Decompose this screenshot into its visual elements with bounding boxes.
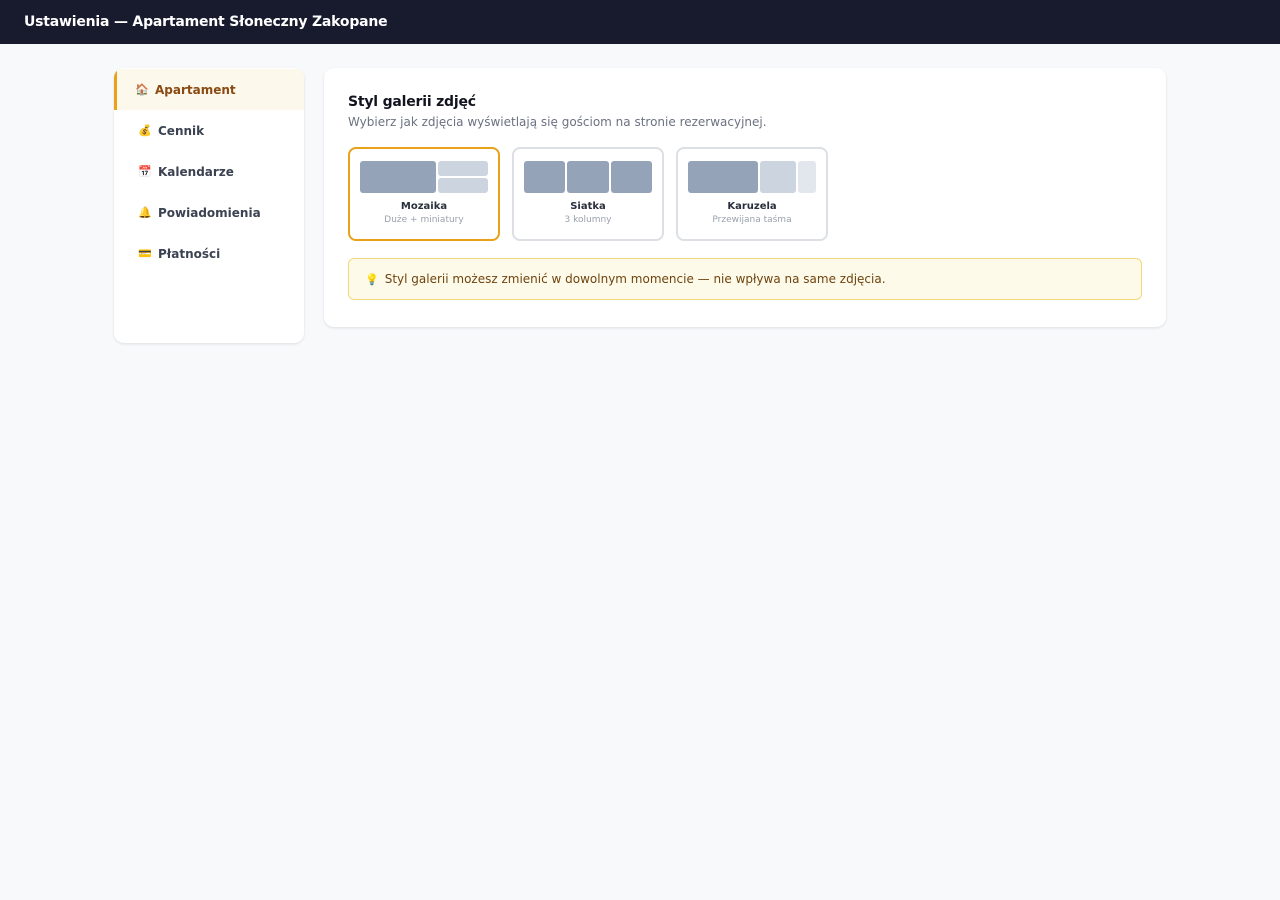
option-label: Mozaika bbox=[400, 201, 448, 212]
gallery-option-siatka[interactable]: Siatka 3 kolumny bbox=[512, 147, 664, 241]
settings-sidebar: 🏠 Apartament 💰 Cennik 📅 Kalendarze 🔔 Pow… bbox=[114, 68, 304, 343]
option-label: Siatka bbox=[570, 201, 606, 212]
mosaic-preview-icon bbox=[360, 161, 488, 193]
sidebar-item-label: Powiadomienia bbox=[158, 205, 261, 220]
top-bar: Ustawienia — Apartament Słoneczny Zakopa… bbox=[0, 0, 1280, 44]
page-title: Ustawienia — Apartament Słoneczny Zakopa… bbox=[24, 14, 388, 30]
option-label: Karuzela bbox=[727, 201, 777, 212]
sidebar-item-platnosci[interactable]: 💳 Płatności bbox=[114, 233, 304, 274]
bell-icon: 🔔 bbox=[138, 206, 152, 219]
info-hint: 💡 Styl galerii możesz zmienić w dowolnym… bbox=[348, 258, 1142, 300]
option-description: Przewijana taśma bbox=[712, 215, 792, 225]
carousel-preview-icon bbox=[688, 161, 816, 193]
gallery-style-panel: Styl galerii zdjęć Wybierz jak zdjęcia w… bbox=[324, 68, 1166, 327]
option-description: Duże + miniatury bbox=[384, 215, 464, 225]
money-bag-icon: 💰 bbox=[138, 124, 152, 137]
house-icon: 🏠 bbox=[135, 83, 149, 96]
sidebar-item-label: Kalendarze bbox=[158, 164, 234, 179]
gallery-style-options: Mozaika Duże + miniatury Siatka 3 kolumn… bbox=[348, 147, 1142, 241]
sidebar-item-powiadomienia[interactable]: 🔔 Powiadomienia bbox=[114, 192, 304, 233]
settings-layout: 🏠 Apartament 💰 Cennik 📅 Kalendarze 🔔 Pow… bbox=[0, 44, 1280, 900]
sidebar-item-kalendarze[interactable]: 📅 Kalendarze bbox=[114, 151, 304, 192]
sidebar-item-cennik[interactable]: 💰 Cennik bbox=[114, 110, 304, 151]
gallery-option-karuzela[interactable]: Karuzela Przewijana taśma bbox=[676, 147, 828, 241]
sidebar-item-label: Apartament bbox=[155, 82, 236, 97]
sidebar-item-label: Płatności bbox=[158, 246, 221, 261]
section-title: Styl galerii zdjęć bbox=[348, 94, 476, 110]
sidebar-item-label: Cennik bbox=[158, 123, 205, 138]
grid-preview-icon bbox=[524, 161, 652, 193]
gallery-option-mozaika[interactable]: Mozaika Duże + miniatury bbox=[348, 147, 500, 241]
option-description: 3 kolumny bbox=[564, 215, 612, 225]
calendar-icon: 📅 bbox=[138, 165, 152, 178]
lightbulb-icon: 💡 bbox=[365, 272, 379, 286]
section-subtitle: Wybierz jak zdjęcia wyświetlają się gośc… bbox=[348, 115, 767, 129]
hint-text: Styl galerii możesz zmienić w dowolnym m… bbox=[384, 272, 886, 286]
credit-card-icon: 💳 bbox=[138, 247, 152, 260]
sidebar-item-apartament[interactable]: 🏠 Apartament bbox=[114, 69, 304, 110]
